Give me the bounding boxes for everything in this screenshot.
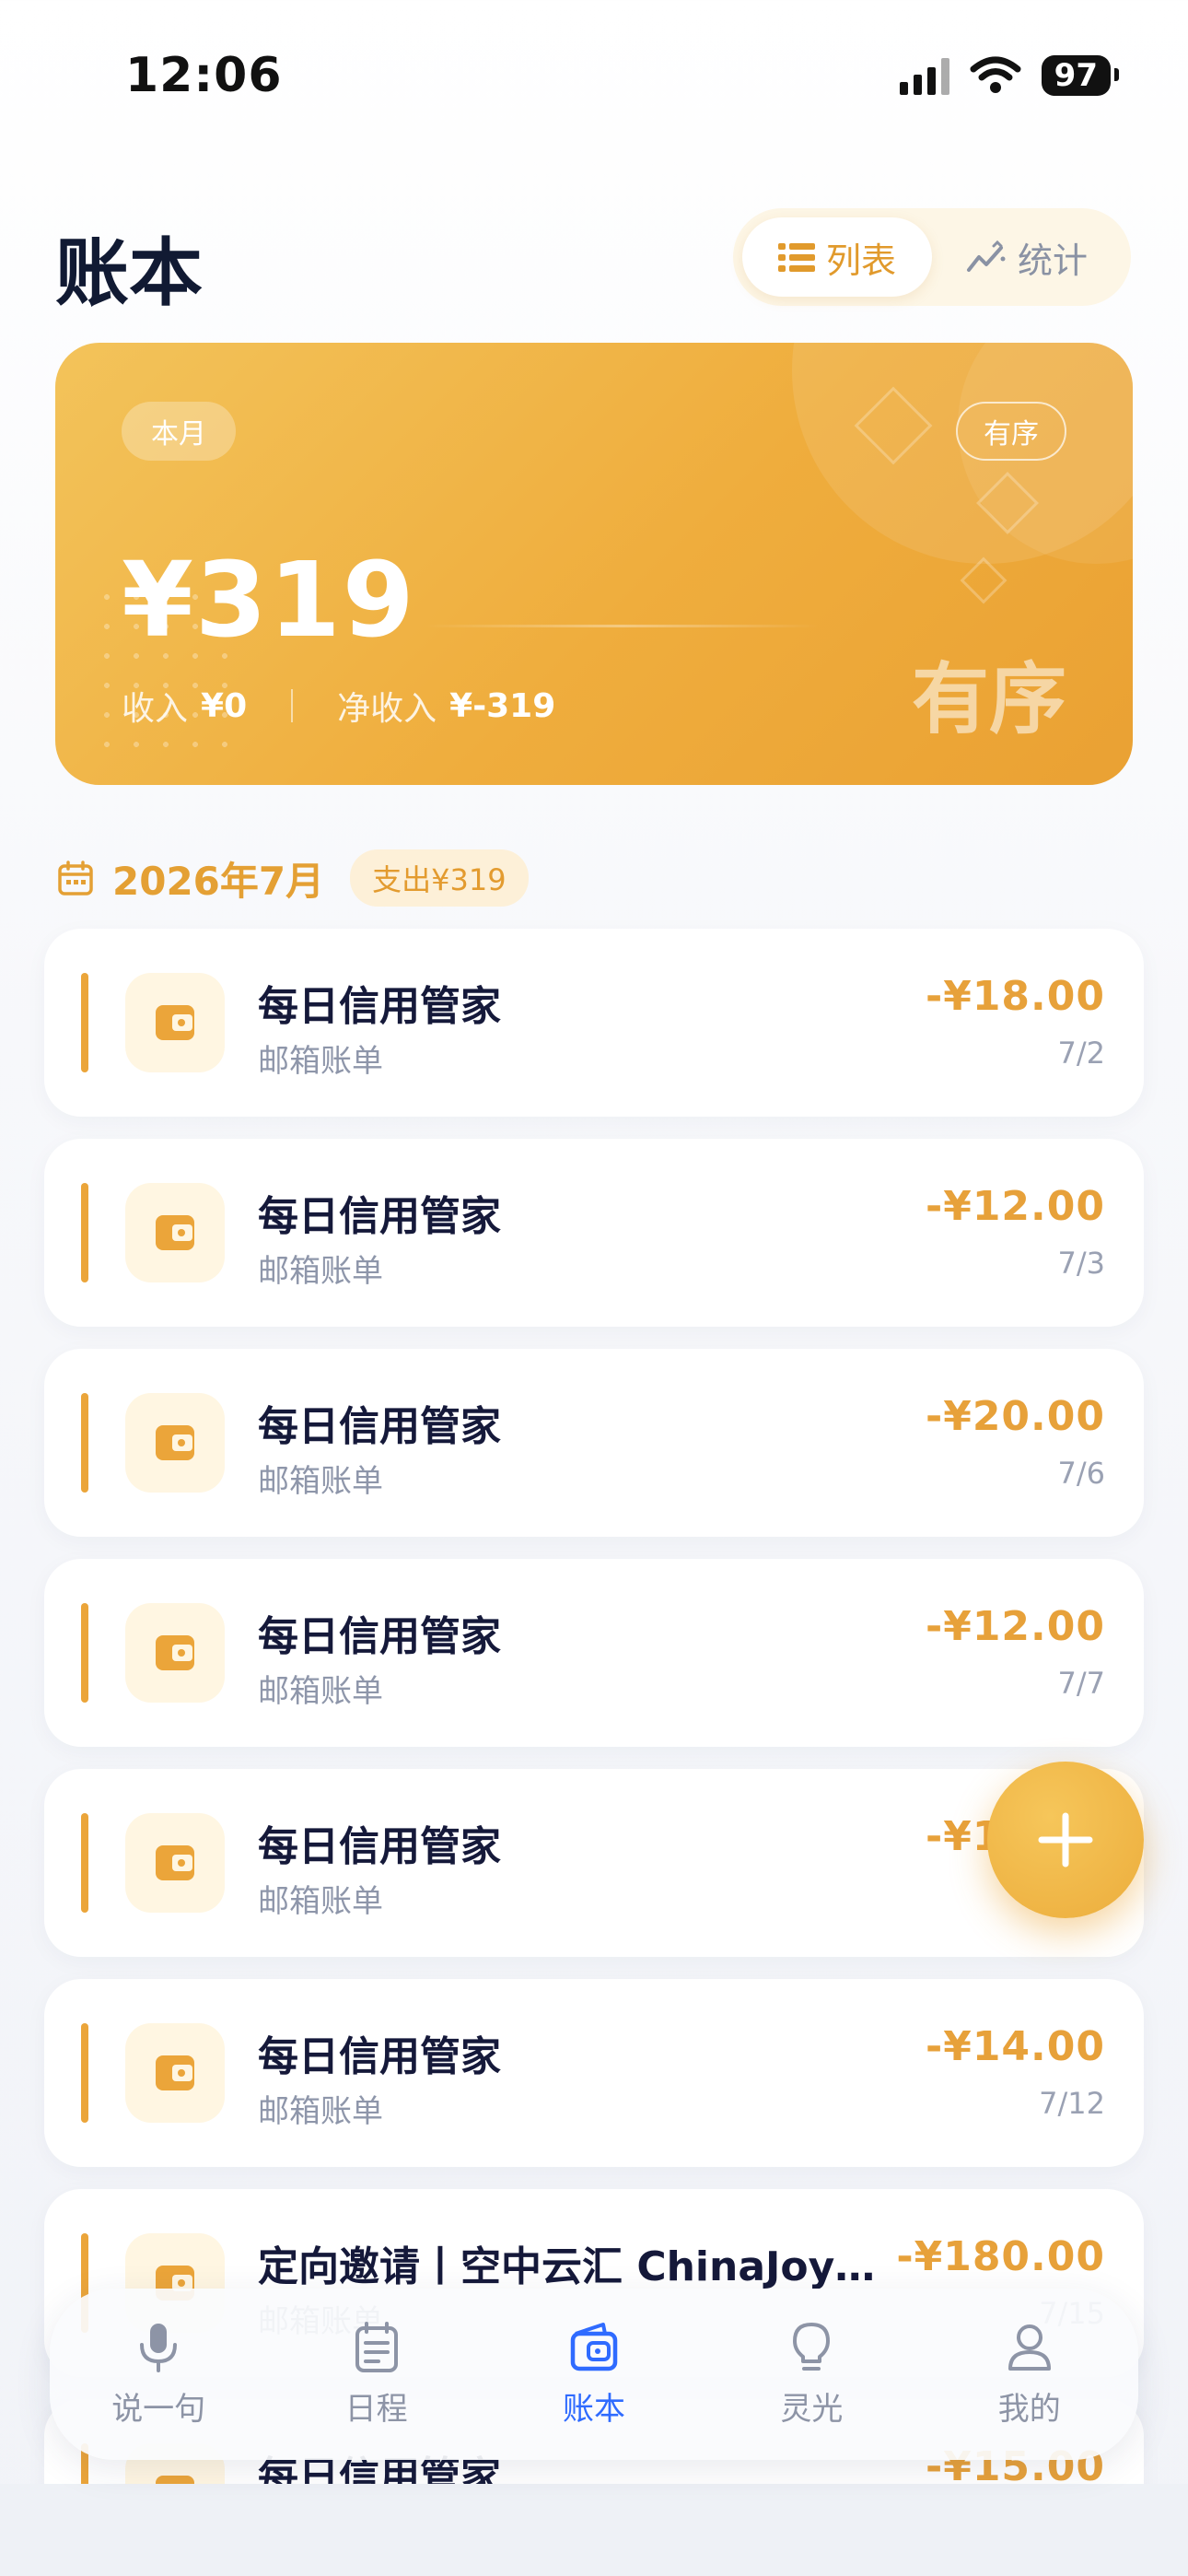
bottom-navigation: 说一句 日程 账本 灵光 我的 bbox=[50, 2289, 1138, 2460]
transaction-amount: -¥20.00 bbox=[925, 1393, 1105, 1440]
view-toggle: 列表 统计 bbox=[733, 208, 1131, 306]
add-transaction-button[interactable] bbox=[987, 1762, 1144, 1918]
transaction-amount: -¥14.00 bbox=[925, 2023, 1105, 2070]
page-title: 账本 bbox=[55, 230, 203, 316]
wallet-icon bbox=[156, 1215, 194, 1250]
plus-icon bbox=[1038, 1812, 1093, 1868]
wallet-icon bbox=[156, 1425, 194, 1460]
month-group-header: 2026年7月 支出¥319 bbox=[57, 849, 529, 907]
status-icons: 97 bbox=[899, 55, 1120, 96]
income-label: 收入 bbox=[122, 690, 189, 728]
wallet-icon bbox=[570, 2322, 618, 2371]
wifi-icon bbox=[970, 56, 1021, 93]
net-income-label: 净收入 bbox=[337, 690, 437, 728]
category-icon-box bbox=[125, 1603, 225, 1703]
category-bar bbox=[81, 1813, 88, 1913]
transaction-date: 7/12 bbox=[1039, 2086, 1105, 2121]
transaction-row[interactable]: 每日信用管家邮箱账单 -¥12.00 7/3 bbox=[44, 1139, 1144, 1327]
category-icon-box bbox=[125, 1393, 225, 1493]
transaction-row[interactable]: 每日信用管家邮箱账单 -¥14.00 7/12 bbox=[44, 1979, 1144, 2167]
transaction-title: 每日信用管家 bbox=[258, 983, 501, 1030]
wallet-icon bbox=[156, 1635, 194, 1670]
income-summary: 收入 ¥0 净收入 ¥-319 bbox=[122, 682, 555, 730]
category-bar bbox=[81, 1603, 88, 1703]
transaction-amount: -¥12.00 bbox=[925, 1603, 1105, 1650]
category-bar bbox=[81, 2023, 88, 2123]
transaction-date: 7/3 bbox=[1057, 1246, 1106, 1281]
income-value: ¥0 bbox=[201, 686, 248, 725]
tab-list-label: 列表 bbox=[825, 240, 896, 281]
calendar-icon bbox=[355, 2321, 398, 2372]
period-chip[interactable]: 本月 bbox=[122, 402, 236, 461]
transaction-row[interactable]: 每日信用管家邮箱账单 -¥18.00 7/2 bbox=[44, 929, 1144, 1117]
transaction-row[interactable]: 每日信用管家邮箱账单 -¥20.00 7/6 bbox=[44, 1349, 1144, 1537]
tab-list[interactable]: 列表 bbox=[742, 217, 932, 297]
wallet-icon bbox=[156, 2055, 194, 2090]
user-icon bbox=[1007, 2324, 1051, 2371]
transaction-title: 每日信用管家 bbox=[258, 1823, 501, 1870]
transaction-date: 7/7 bbox=[1057, 1666, 1106, 1701]
transaction-row[interactable]: 每日信用管家邮箱账单-¥11.007/8 bbox=[44, 1769, 1144, 1957]
transaction-amount: -¥12.00 bbox=[925, 1183, 1105, 1230]
nav-item-me[interactable]: 我的 bbox=[938, 2321, 1122, 2429]
nav-item-speak[interactable]: 说一句 bbox=[66, 2321, 250, 2429]
net-income-value: ¥-319 bbox=[449, 686, 556, 725]
transaction-source: 邮箱账单 bbox=[258, 1883, 383, 1920]
wallet-icon bbox=[156, 1845, 194, 1880]
decor-diamond bbox=[960, 556, 1007, 604]
category-icon-box bbox=[125, 1183, 225, 1282]
transaction-date: 7/6 bbox=[1057, 1456, 1106, 1491]
transaction-title: 每日信用管家 bbox=[258, 1403, 501, 1450]
cellular-signal-icon bbox=[899, 56, 949, 95]
nav-label: 灵光 bbox=[780, 2390, 844, 2428]
category-bar bbox=[81, 1183, 88, 1282]
status-bar: 12:06 97 bbox=[0, 0, 1188, 157]
transaction-source: 邮箱账单 bbox=[258, 1463, 383, 1500]
nav-item-ledger[interactable]: 账本 bbox=[502, 2321, 686, 2429]
tab-stats-label: 统计 bbox=[1017, 240, 1088, 281]
category-icon-box bbox=[125, 973, 225, 1072]
month-label: 2026年7月 bbox=[112, 858, 325, 904]
transaction-title: 定向邀请丨空中云汇 ChinaJoy… bbox=[258, 2243, 876, 2290]
status-time: 12:06 bbox=[125, 48, 283, 103]
nav-label: 说一句 bbox=[111, 2390, 206, 2428]
trend-icon bbox=[966, 240, 1006, 272]
transaction-amount: -¥180.00 bbox=[896, 2233, 1105, 2280]
category-icon-box bbox=[125, 1813, 225, 1913]
tab-stats[interactable]: 统计 bbox=[932, 217, 1122, 297]
transaction-source: 邮箱账单 bbox=[258, 1253, 383, 1290]
transaction-row[interactable]: 每日信用管家邮箱账单 -¥12.00 7/7 bbox=[44, 1559, 1144, 1747]
calendar-icon bbox=[58, 861, 93, 896]
total-expense: ¥319 bbox=[122, 541, 416, 661]
transaction-amount: -¥18.00 bbox=[925, 973, 1105, 1020]
transaction-title: 每日信用管家 bbox=[258, 1193, 501, 1240]
nav-label: 我的 bbox=[997, 2390, 1061, 2428]
microphone-icon bbox=[140, 2323, 178, 2372]
category-bar bbox=[81, 973, 88, 1072]
transaction-title: 每日信用管家 bbox=[258, 1613, 501, 1660]
nav-label: 日程 bbox=[344, 2390, 408, 2428]
lightbulb-icon bbox=[793, 2322, 831, 2371]
transaction-date: 7/2 bbox=[1057, 1036, 1106, 1071]
nav-item-inspiration[interactable]: 灵光 bbox=[719, 2321, 903, 2429]
nav-item-schedule[interactable]: 日程 bbox=[285, 2321, 469, 2429]
divider bbox=[291, 689, 294, 722]
category-icon-box bbox=[125, 2023, 225, 2123]
brand-watermark: 有序 bbox=[911, 654, 1066, 744]
transaction-source: 邮箱账单 bbox=[258, 1673, 383, 1710]
order-chip: 有序 bbox=[956, 402, 1066, 461]
monthly-summary-card: 本月 有序 ¥319 收入 ¥0 净收入 ¥-319 有序 bbox=[55, 343, 1133, 785]
battery-indicator: 97 bbox=[1041, 55, 1120, 96]
transaction-source: 邮箱账单 bbox=[258, 1043, 383, 1080]
month-expense-badge: 支出¥319 bbox=[350, 849, 529, 907]
decor-line bbox=[424, 625, 820, 627]
list-icon bbox=[777, 243, 815, 272]
transaction-title: 每日信用管家 bbox=[258, 2033, 501, 2080]
category-bar bbox=[81, 1393, 88, 1493]
nav-label: 账本 bbox=[562, 2390, 625, 2428]
transaction-source: 邮箱账单 bbox=[258, 2093, 383, 2130]
bottom-safe-area bbox=[0, 2484, 1188, 2576]
wallet-icon bbox=[156, 1005, 194, 1040]
